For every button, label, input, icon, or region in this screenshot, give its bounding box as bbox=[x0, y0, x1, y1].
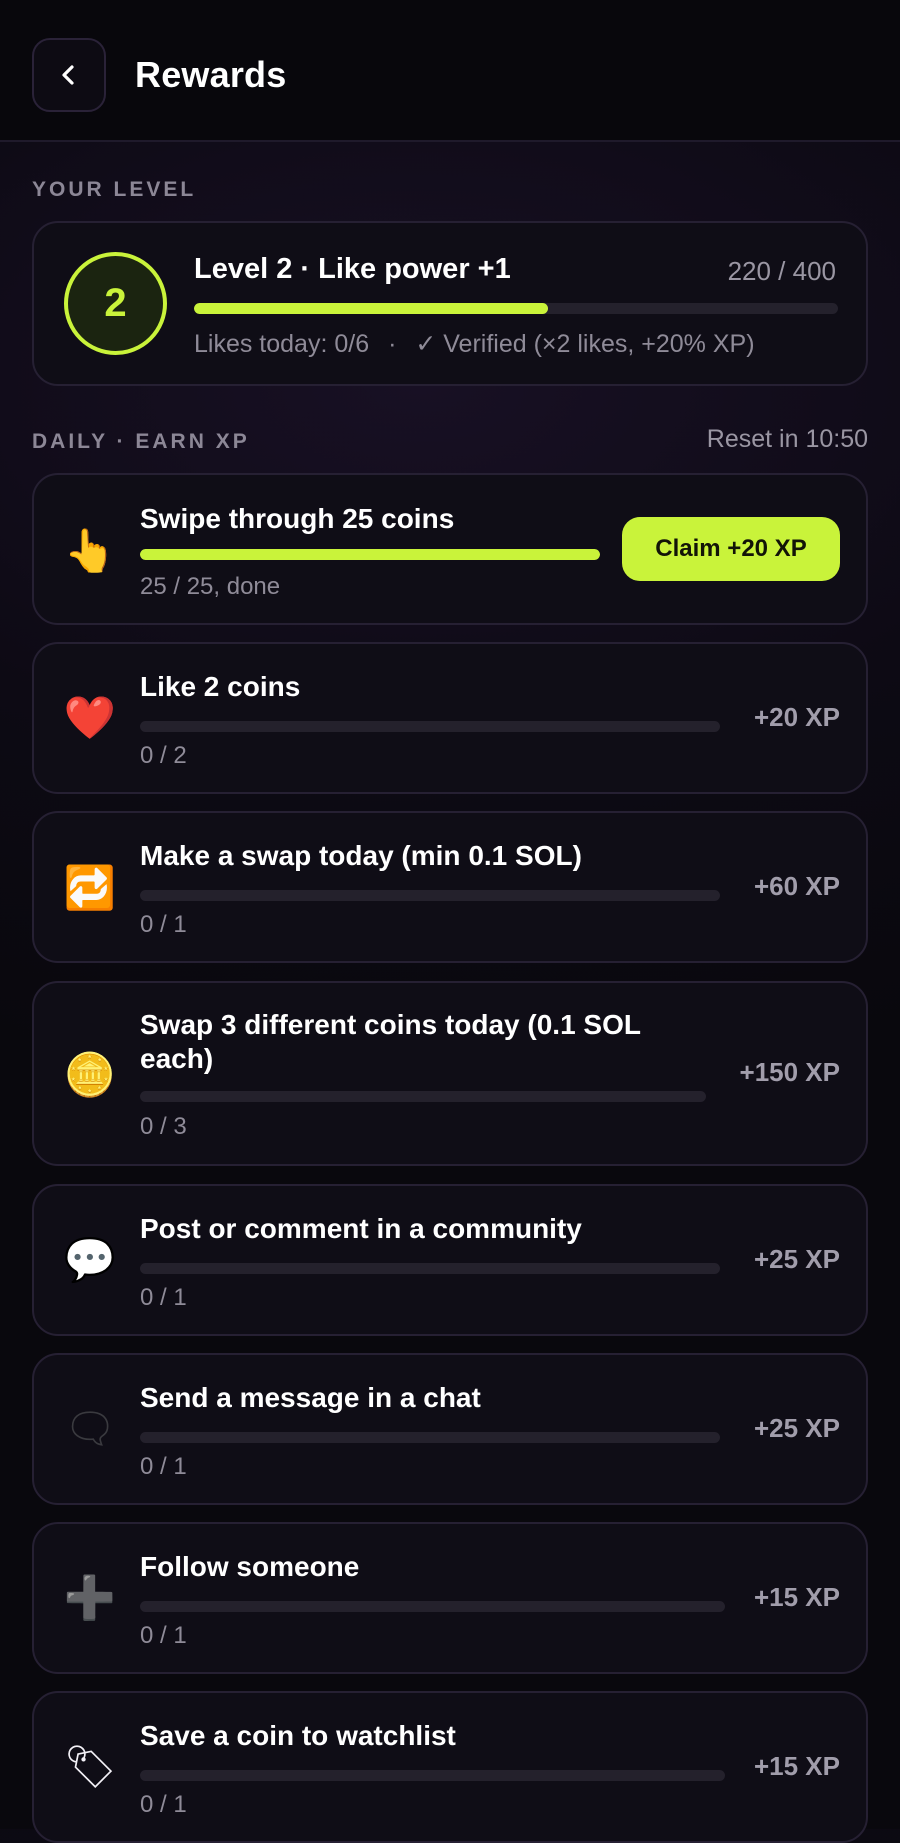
task-progress-bar bbox=[140, 1091, 706, 1102]
chat-bubble-icon: 🗨 bbox=[63, 1404, 117, 1452]
task-reward: +15 XP bbox=[753, 1751, 840, 1781]
task-progress-text: 25 / 25, done bbox=[140, 573, 281, 600]
likes-today: Likes today: 0/6 bbox=[194, 330, 370, 358]
task-title: Like 2 coins bbox=[140, 671, 301, 702]
task-progress-text: 0 / 1 bbox=[140, 1284, 187, 1311]
task-title: Make a swap today (min 0.1 SOL) bbox=[140, 840, 582, 871]
task-reward: +25 XP bbox=[753, 1244, 840, 1274]
repeat-icon: 🔁 bbox=[63, 863, 117, 911]
task-make-swap[interactable]: 🔁 Make a swap today (min 0.1 SOL) 0 / 1 … bbox=[32, 811, 868, 963]
task-reward: +60 XP bbox=[753, 871, 840, 901]
reset-timer: Reset in 10:50 bbox=[706, 425, 868, 453]
bookmark-tag-icon: 🏷 bbox=[63, 1742, 117, 1790]
coin-icon: 🪙 bbox=[63, 1050, 117, 1098]
pointing-hand-icon: 👆 bbox=[63, 526, 117, 574]
task-reward: +15 XP bbox=[753, 1582, 840, 1612]
task-title: Swap 3 different coins today (0.1 SOL ea… bbox=[140, 1009, 641, 1074]
task-progress-text: 0 / 1 bbox=[140, 1453, 187, 1480]
task-progress-bar bbox=[140, 1601, 725, 1612]
level-subtext: Likes today: 0/6 · ✓ Verified (×2 likes,… bbox=[194, 329, 755, 359]
back-button[interactable] bbox=[32, 38, 106, 112]
level-card: 2 Level 2 · Like power +1 220 / 400 Like… bbox=[32, 221, 868, 386]
task-title: Follow someone bbox=[140, 1551, 360, 1582]
verified-status: ✓ Verified (×2 likes, +20% XP) bbox=[415, 330, 755, 358]
daily-label: DAILY · EARN XP bbox=[32, 430, 250, 453]
task-progress-bar bbox=[140, 1770, 725, 1781]
task-progress-text: 0 / 1 bbox=[140, 1791, 187, 1818]
level-xp: 220 / 400 bbox=[727, 256, 836, 286]
plus-icon: ➕ bbox=[63, 1573, 117, 1621]
task-follow-someone[interactable]: ➕ Follow someone 0 / 1 +15 XP bbox=[32, 1522, 868, 1674]
task-post-community[interactable]: 💬 Post or comment in a community 0 / 1 +… bbox=[32, 1184, 868, 1336]
task-progress-bar bbox=[140, 721, 720, 732]
task-progress-bar bbox=[140, 1263, 720, 1274]
task-swipe-coins[interactable]: 👆 Swipe through 25 coins 25 / 25, done C… bbox=[32, 473, 868, 625]
task-save-watchlist[interactable]: 🏷 Save a coin to watchlist 0 / 1 +15 XP bbox=[32, 1691, 868, 1843]
task-progress-text: 0 / 1 bbox=[140, 1622, 187, 1649]
task-progress-text: 0 / 2 bbox=[140, 742, 187, 769]
task-progress-text: 0 / 1 bbox=[140, 911, 187, 938]
task-swap-different-coins[interactable]: 🪙 Swap 3 different coins today (0.1 SOL … bbox=[32, 981, 868, 1166]
heart-icon: ❤️ bbox=[63, 693, 117, 741]
page-title: Rewards bbox=[135, 54, 287, 95]
level-progress-bar bbox=[194, 303, 838, 314]
task-title: Save a coin to watchlist bbox=[140, 1720, 456, 1751]
task-progress-bar bbox=[140, 890, 720, 901]
separator: · bbox=[388, 330, 397, 358]
task-reward: +20 XP bbox=[753, 702, 840, 732]
task-title: Send a message in a chat bbox=[140, 1382, 481, 1413]
task-progress-bar bbox=[140, 549, 600, 560]
task-progress-bar bbox=[140, 1432, 720, 1443]
level-badge: 2 bbox=[64, 252, 167, 355]
speech-bubble-icon: 💬 bbox=[63, 1235, 117, 1283]
level-title: Level 2 · Like power +1 bbox=[194, 253, 511, 285]
claim-button[interactable]: Claim +20 XP bbox=[622, 517, 840, 581]
chevron-left-icon bbox=[62, 65, 74, 85]
task-reward: +25 XP bbox=[753, 1413, 840, 1443]
task-send-message[interactable]: 🗨 Send a message in a chat 0 / 1 +25 XP bbox=[32, 1353, 868, 1505]
task-title: Post or comment in a community bbox=[140, 1213, 582, 1244]
your-level-label: YOUR LEVEL bbox=[32, 178, 197, 201]
task-reward: +150 XP bbox=[739, 1057, 840, 1087]
level-progress-fill bbox=[194, 303, 549, 314]
task-progress-text: 0 / 3 bbox=[140, 1113, 187, 1140]
task-title: Swipe through 25 coins bbox=[140, 503, 455, 534]
task-like-coins[interactable]: ❤️ Like 2 coins 0 / 2 +20 XP bbox=[32, 642, 868, 794]
app-header: Rewards bbox=[0, 0, 900, 142]
task-progress-fill bbox=[140, 549, 600, 560]
